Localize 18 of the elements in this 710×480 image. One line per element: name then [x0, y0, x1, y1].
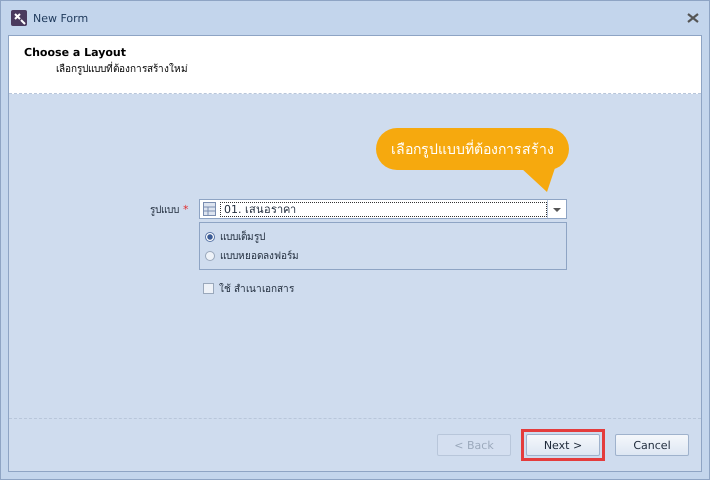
app-icon — [11, 10, 27, 26]
copy-checkbox[interactable]: ใช้ สำเนาเอกสาร — [203, 281, 701, 296]
layout-dropdown[interactable]: 01. เสนอราคา — [199, 199, 567, 219]
radio-button[interactable] — [205, 250, 215, 260]
window-title: New Form — [33, 12, 88, 24]
close-icon[interactable] — [687, 13, 699, 23]
radio-button[interactable] — [205, 232, 215, 242]
form-icon — [203, 202, 216, 216]
radio-label[interactable]: แบบเต็มรูป — [220, 229, 265, 244]
layout-label: รูปแบบ — [149, 204, 179, 216]
dropdown-value: 01. เสนอราคา — [220, 202, 547, 216]
wizard-button[interactable]: Cancel — [615, 434, 689, 456]
callout-tail — [521, 168, 555, 192]
wizard-button[interactable]: Next > — [526, 434, 600, 456]
required-mark: * — [183, 202, 190, 216]
radio-label[interactable]: แบบหยอดลงฟอร์ม — [220, 248, 299, 263]
header-subtitle: เลือกรูปแบบที่ต้องการสร้างใหม่ — [56, 61, 686, 76]
header-title: Choose a Layout — [24, 46, 128, 59]
